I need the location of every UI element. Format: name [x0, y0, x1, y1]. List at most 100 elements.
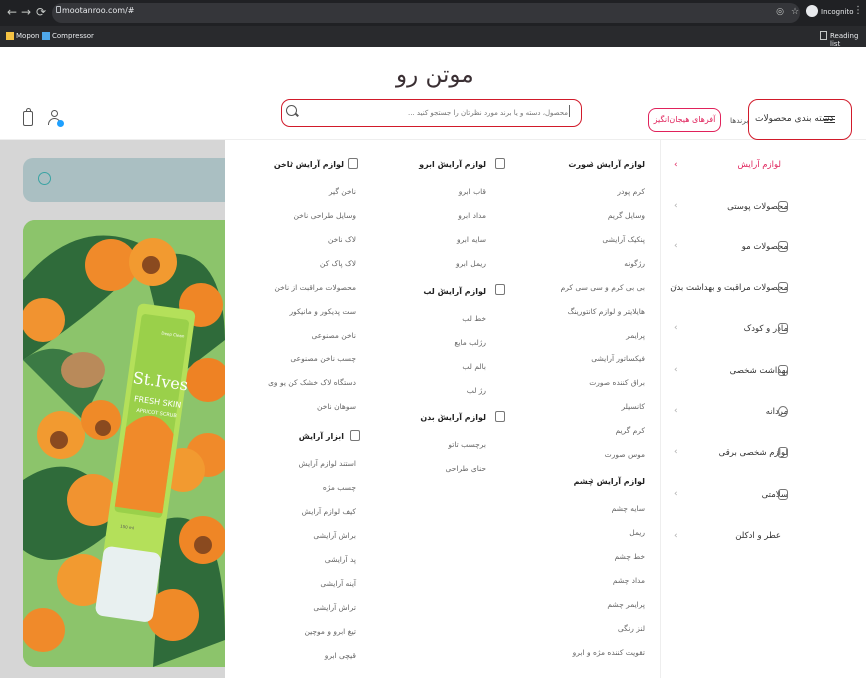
menu-heading-face[interactable]: لوازم آرایش صورت	[568, 160, 645, 169]
search-icon[interactable]	[286, 105, 297, 116]
forward-icon[interactable]: →	[18, 4, 34, 20]
folder-icon	[42, 32, 50, 40]
menu-heading-eye[interactable]: لوازم آرایش چشم	[574, 477, 645, 486]
reload-icon[interactable]: ⟳	[33, 4, 49, 20]
bookmarks-bar	[0, 26, 866, 47]
menu-item[interactable]: کانسیلر	[621, 402, 645, 411]
menu-item[interactable]: براش آرایشی	[313, 531, 356, 540]
incognito-label: Incognito	[821, 8, 854, 16]
browser-menu-icon[interactable]: ⋮	[853, 5, 863, 16]
menu-heading-body[interactable]: لوازم آرایش بدن	[420, 413, 486, 422]
menu-item[interactable]: آینه آرایشی	[320, 579, 356, 588]
chevron-left-icon: ‹	[674, 323, 678, 333]
product-image[interactable]: St.Ives FRESH SKIN APRICOT SCRUB Deep Cl…	[23, 220, 225, 667]
menu-item[interactable]: قیچی ابرو	[325, 651, 356, 660]
menu-item[interactable]: پرایمر	[626, 331, 645, 340]
menu-item[interactable]: ریمل	[629, 528, 645, 537]
menu-item[interactable]: رژلب مایع	[454, 338, 486, 347]
chevron-left-icon: ‹	[674, 406, 678, 416]
chevron-left-icon: ‹	[674, 489, 678, 499]
health-icon	[778, 489, 788, 500]
menu-item[interactable]: بالم لب	[462, 362, 486, 371]
cart-icon[interactable]	[23, 108, 33, 126]
menu-item[interactable]: هایلایتر و لوازم کانتورینگ	[568, 307, 645, 316]
chevron-right-icon: ›	[440, 286, 444, 296]
user-head	[51, 110, 58, 117]
folder-icon	[6, 32, 14, 40]
menu-item[interactable]: تراش آرایشی	[313, 603, 356, 612]
menu-item[interactable]: پرایمر چشم	[607, 600, 645, 609]
eyebrow-icon	[495, 158, 505, 169]
menu-item[interactable]: تیغ ابرو و موچین	[304, 627, 356, 636]
lipstick-icon	[495, 284, 505, 295]
menu-item[interactable]: فیکساتور آرایشی	[591, 354, 645, 363]
menu-item[interactable]: مداد ابرو	[458, 211, 486, 220]
menu-item[interactable]: خط چشم	[615, 552, 645, 561]
reading-list-icon	[820, 31, 827, 40]
menu-item[interactable]: کرم گریم	[615, 426, 645, 435]
bookmark-star-icon[interactable]: ☆	[790, 7, 800, 17]
menu-item[interactable]: چسب مژه	[323, 483, 356, 492]
hamburger-icon	[824, 116, 835, 123]
menu-item[interactable]: مداد چشم	[613, 576, 645, 585]
sidebar-item-body-care[interactable]: محصولات مراقبت و بهداشت بدن	[670, 283, 788, 293]
site-logo[interactable]: موتن رو	[396, 62, 475, 88]
menu-item[interactable]: قاب ابرو	[459, 187, 486, 196]
menu-item[interactable]: لاک ناخن	[328, 235, 356, 244]
menu-item[interactable]: کرم پودر	[617, 187, 645, 196]
incognito-avatar-icon[interactable]	[806, 5, 818, 17]
menu-item[interactable]: براق کننده صورت	[589, 378, 645, 387]
bookmark-compressor[interactable]: Compressor	[52, 32, 94, 40]
menu-item[interactable]: رژ لب	[467, 386, 486, 395]
menu-item[interactable]: حنای طراحی	[445, 464, 486, 473]
menu-item[interactable]: چسب ناخن مصنوعی	[290, 354, 356, 363]
menu-item[interactable]: بی بی کرم و سی سی کرم	[561, 283, 645, 292]
brands-link[interactable]: برندها	[730, 116, 749, 125]
menu-item[interactable]: لاک پاک کن	[320, 259, 356, 268]
menu-item[interactable]: وسایل طراحی ناخن	[293, 211, 356, 220]
menu-item[interactable]: برچسب تاتو	[448, 440, 486, 449]
body-care-icon	[778, 282, 788, 293]
categories-label: دسته بندی محصولات	[755, 114, 834, 124]
user-icon[interactable]	[48, 110, 64, 127]
body-makeup-icon	[495, 411, 505, 422]
menu-item[interactable]: ناخن مصنوعی	[312, 331, 357, 340]
deals-button[interactable]: آفرهای هیجان‌انگیز	[648, 108, 721, 132]
sidebar-item-perfume[interactable]: عطر و ادکلن	[735, 531, 781, 541]
promo-banner[interactable]	[23, 158, 225, 202]
incognito-eye-icon[interactable]: ◎	[775, 7, 785, 17]
menu-heading-eyebrow[interactable]: لوازم آرایش ابرو	[419, 160, 486, 169]
menu-item[interactable]: رژگونه	[624, 259, 645, 268]
menu-item[interactable]: ریمل ابرو	[456, 259, 486, 268]
sidebar-item-makeup[interactable]: لوازم آرایش	[738, 160, 781, 170]
search-input[interactable]	[300, 106, 568, 120]
menu-heading-lip[interactable]: لوازم آرایش لب	[423, 287, 486, 296]
url-text[interactable]: mootanroo.com/#	[62, 6, 134, 15]
menu-item[interactable]: سایه چشم	[612, 504, 645, 513]
electric-icon	[778, 447, 788, 458]
bookmark-mopon[interactable]: Mopon	[16, 32, 40, 40]
makeup-tools-icon	[350, 430, 360, 441]
chevron-right-icon: ›	[440, 412, 444, 422]
menu-item[interactable]: کیف لوازم آرایش	[302, 507, 356, 516]
menu-item[interactable]: لنز رنگی	[618, 624, 645, 633]
chevron-right-icon: ›	[305, 431, 309, 441]
menu-item[interactable]: وسایل گریم	[608, 211, 645, 220]
address-bar[interactable]	[52, 3, 800, 23]
menu-item[interactable]: سایه ابرو	[457, 235, 486, 244]
menu-item[interactable]: دستگاه لاک خشک کن یو وی	[268, 378, 356, 387]
menu-heading-nail[interactable]: لوازم آرایش ناخن	[274, 160, 344, 169]
menu-item[interactable]: تقویت کننده مژه و ابرو	[573, 648, 645, 657]
menu-item[interactable]: پنکیک آرایشی	[602, 235, 645, 244]
chevron-right-icon: ›	[440, 159, 444, 169]
menu-item[interactable]: خط لب	[462, 314, 486, 323]
menu-item[interactable]: استند لوازم آرایش	[298, 459, 356, 468]
chevron-left-icon: ‹	[674, 365, 678, 375]
reading-list[interactable]: Reading list	[830, 32, 866, 48]
menu-item[interactable]: ست پدیکور و مانیکور	[290, 307, 356, 316]
menu-item[interactable]: موس صورت	[605, 450, 645, 459]
menu-item[interactable]: ناخن گیر	[329, 187, 356, 196]
menu-item[interactable]: سوهان ناخن	[317, 402, 356, 411]
menu-item[interactable]: پد آرایشی	[325, 555, 356, 564]
menu-item[interactable]: محصولات مراقبت از ناخن	[274, 283, 356, 292]
